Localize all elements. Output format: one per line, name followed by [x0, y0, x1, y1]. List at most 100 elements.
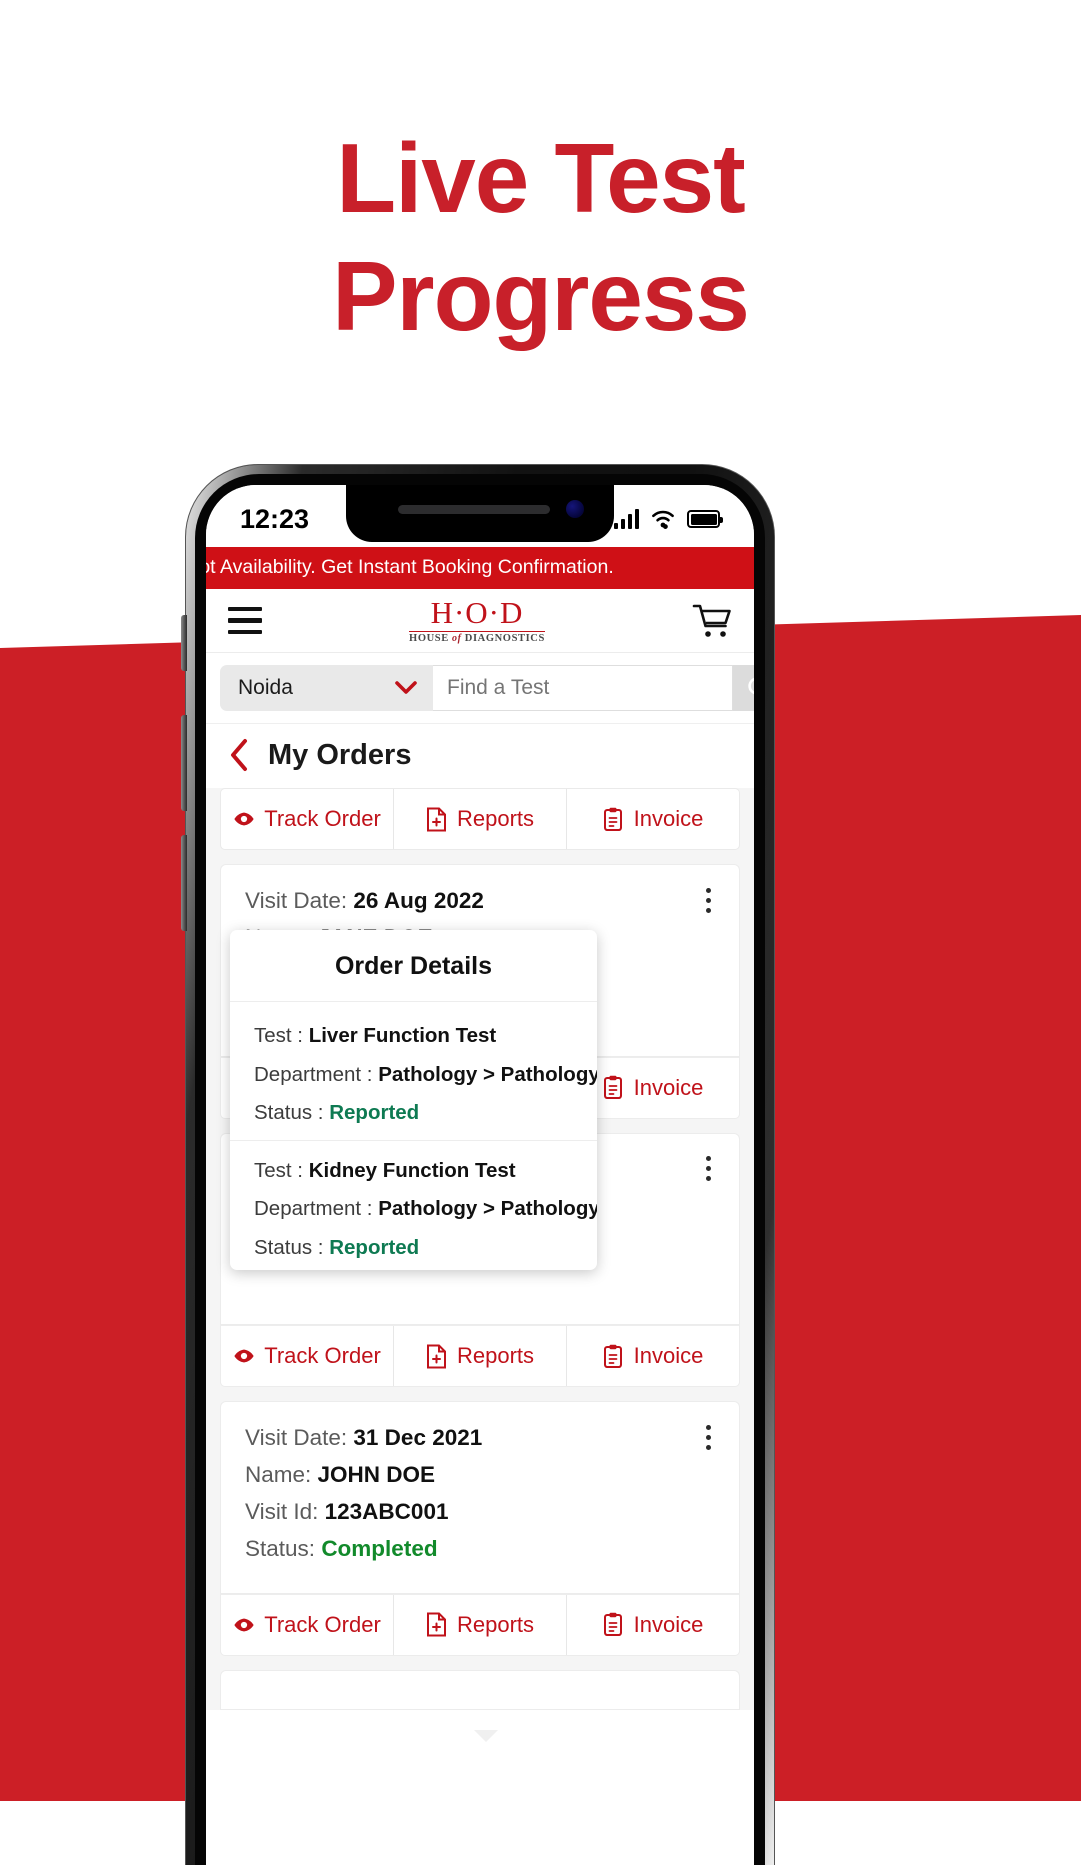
- visit-id-value: 123ABC001: [324, 1499, 449, 1525]
- status-bar-indicators: [613, 509, 723, 529]
- invoice-button[interactable]: Invoice: [567, 1326, 739, 1386]
- order-status: Status: Completed: [245, 1535, 715, 1563]
- order-actions-card-3: Track Order Reports Invoice: [220, 1593, 740, 1656]
- phone-screen: 12:23 Slot Availability. Get Instant Boo…: [206, 485, 754, 1865]
- page-title: My Orders: [268, 738, 412, 771]
- logo-divider: [409, 630, 545, 632]
- phone-volume-down-button: [181, 835, 187, 931]
- status-badge: Completed: [321, 1536, 438, 1562]
- reports-button[interactable]: Reports: [394, 1594, 567, 1655]
- promo-headline: Live Test Progress: [0, 120, 1081, 355]
- eye-icon: [233, 1612, 255, 1637]
- search-button[interactable]: [733, 665, 754, 711]
- order-visit-date: Visit Date: 31 Dec 2021: [245, 1424, 715, 1452]
- reports-button[interactable]: Reports: [394, 1326, 567, 1386]
- order-status: [245, 1267, 715, 1295]
- eye-icon: [233, 807, 255, 832]
- clipboard-icon: [603, 1075, 625, 1100]
- promo-ticker-bar: Slot Availability. Get Instant Booking C…: [206, 547, 754, 589]
- department-label: Department :: [254, 1197, 373, 1221]
- visit-id-label: Visit Id:: [245, 1499, 319, 1525]
- name-label: Name:: [245, 1462, 312, 1488]
- department-value: Pathology > Pathology: [378, 1197, 597, 1221]
- wifi-icon: [652, 510, 674, 529]
- promo-headline-line-2: Progress: [332, 240, 750, 351]
- promo-ticker-text: Slot Availability. Get Instant Booking C…: [206, 556, 614, 578]
- hod-logo[interactable]: H·O·D HOUSE of DIAGNOSTICS: [409, 597, 545, 645]
- earpiece-speaker: [398, 505, 550, 514]
- detail-department: Department : Pathology > Pathology: [254, 1197, 597, 1222]
- reports-button[interactable]: Reports: [394, 789, 567, 849]
- invoice-label: Invoice: [633, 1343, 704, 1368]
- status-bar-clock: 12:23: [240, 503, 310, 534]
- visit-date-label: Visit Date:: [245, 888, 348, 913]
- phone-volume-up-button: [181, 715, 187, 811]
- order-actions-card-2: Track Order Reports Invoice: [220, 1325, 740, 1387]
- invoice-label: Invoice: [633, 1074, 704, 1100]
- track-order-button[interactable]: Track Order: [221, 1326, 394, 1386]
- search-row: Noida: [206, 653, 754, 724]
- status-value: Reported: [329, 1235, 420, 1259]
- logo-tagline-a: HOUSE: [409, 633, 453, 644]
- order-details-item: Test : Kidney Function Test Department :…: [230, 1141, 597, 1270]
- track-order-label: Track Order: [264, 1343, 381, 1368]
- track-order-button[interactable]: Track Order: [221, 789, 394, 849]
- status-label: Status:: [245, 1536, 316, 1562]
- visit-date-label: Visit Date:: [245, 1425, 348, 1450]
- shopping-cart-icon[interactable]: [692, 603, 732, 639]
- track-order-label: Track Order: [264, 1611, 381, 1637]
- order-details-item: Test : Liver Function Test Department : …: [230, 1006, 597, 1141]
- more-vertical-icon[interactable]: [695, 883, 721, 917]
- order-visit-id: Visit Id: 123ABC001: [245, 1498, 715, 1526]
- order-actions-top: Track Order Reports Invoice: [220, 788, 740, 850]
- reports-label: Reports: [456, 1343, 535, 1368]
- status-value: Reported: [329, 1101, 420, 1125]
- search-icon: [748, 677, 754, 695]
- test-value: Liver Function Test: [308, 1024, 497, 1047]
- detail-test: Test : Kidney Function Test: [254, 1159, 573, 1184]
- track-order-button[interactable]: Track Order: [221, 1594, 394, 1655]
- file-add-icon: [426, 1612, 448, 1637]
- track-order-label: Track Order: [264, 806, 381, 831]
- visit-date-value: 31 Dec 2021: [353, 1425, 483, 1450]
- order-card[interactable]: Visit Date: 31 Dec 2021 Name: JOHN DOE V…: [220, 1401, 740, 1594]
- detail-status: Status : Reported: [254, 1236, 573, 1261]
- order-visit-date: Visit Date: 26 Aug 2022: [245, 887, 715, 915]
- city-select[interactable]: Noida: [220, 665, 433, 711]
- logo-wordmark: H·O·D: [430, 594, 524, 630]
- order-card[interactable]: [220, 1669, 740, 1710]
- invoice-button[interactable]: Invoice: [567, 789, 739, 849]
- reports-label: Reports: [456, 1611, 535, 1637]
- visit-date-value: 26 Aug 2022: [353, 888, 484, 913]
- test-label: Test :: [254, 1158, 303, 1182]
- clipboard-icon: [603, 1612, 625, 1637]
- invoice-label: Invoice: [633, 1611, 704, 1637]
- invoice-button[interactable]: Invoice: [567, 1595, 739, 1655]
- more-vertical-icon[interactable]: [695, 1152, 721, 1186]
- order-name: Name: JOHN DOE: [245, 1461, 715, 1489]
- search-input[interactable]: [433, 665, 733, 711]
- logo-tagline: HOUSE of DIAGNOSTICS: [409, 633, 545, 645]
- logo-tagline-b: of: [452, 633, 462, 644]
- invoice-label: Invoice: [633, 806, 704, 831]
- hamburger-menu-icon[interactable]: [228, 606, 262, 635]
- more-vertical-icon[interactable]: [695, 1420, 721, 1454]
- clipboard-icon: [603, 807, 625, 832]
- status-label: Status :: [254, 1235, 324, 1259]
- city-select-value: Noida: [238, 676, 293, 699]
- battery-full-icon: [687, 510, 723, 528]
- order-details-popup: Order Details Test : Liver Function Test…: [230, 930, 597, 1270]
- app-navbar: H·O·D HOUSE of DIAGNOSTICS: [206, 589, 754, 653]
- page-header: My Orders: [206, 724, 754, 788]
- eye-icon: [233, 1344, 255, 1369]
- test-label: Test :: [254, 1024, 303, 1047]
- cellular-bars-icon: [613, 509, 639, 529]
- popup-pointer-arrow: [474, 1730, 498, 1742]
- detail-status: Status : Reported: [254, 1101, 573, 1126]
- phone-notch: [346, 485, 614, 542]
- name-value: JOHN DOE: [317, 1462, 436, 1488]
- detail-test: Test : Liver Function Test: [254, 1024, 573, 1049]
- chevron-left-icon[interactable]: [228, 738, 250, 772]
- detail-department: Department : Pathology > Pathology: [254, 1063, 597, 1088]
- order-details-list: Test : Liver Function Test Department : …: [230, 1002, 597, 1270]
